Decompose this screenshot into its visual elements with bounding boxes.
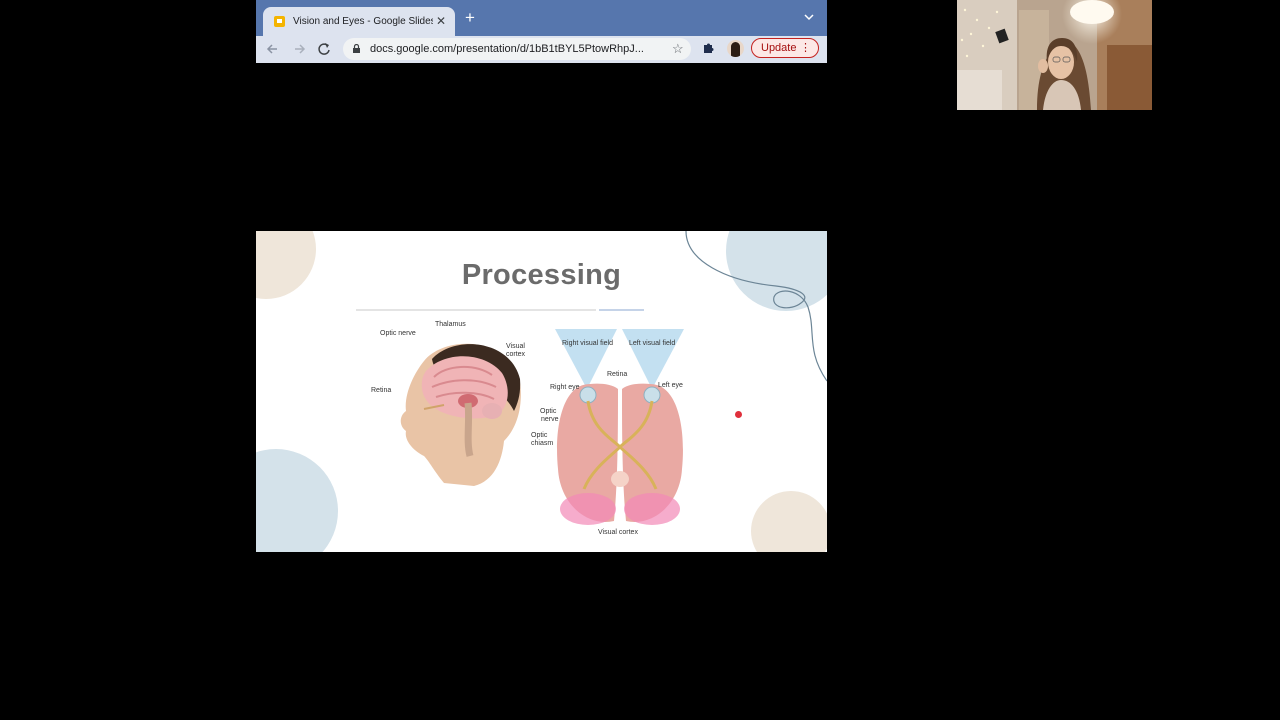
update-button-label: Update xyxy=(761,42,797,54)
label-visual-cortex-line1: Visual xyxy=(506,343,525,350)
browser-toolbar: docs.google.com/presentation/d/1bB1tBYL5… xyxy=(256,36,827,63)
back-arrow-icon[interactable] xyxy=(264,40,282,58)
slide-title: Processing xyxy=(461,259,622,291)
label-thalamus: Thalamus xyxy=(435,321,466,328)
label-optic-nerve-brain-line1: Optic xyxy=(540,408,557,415)
label-left-visual-field: Left visual field xyxy=(629,340,676,347)
label-visual-cortex-brain: Visual cortex xyxy=(598,529,638,536)
tab-search-chevron-icon[interactable] xyxy=(804,12,814,22)
tab-close-icon[interactable]: ✕ xyxy=(436,14,446,28)
url-text: docs.google.com/presentation/d/1bB1tBYL5… xyxy=(370,43,644,55)
faded-subtitle-line xyxy=(356,300,646,311)
tab-strip: Vision and Eyes - Google Slides ✕ + xyxy=(256,0,827,36)
lock-icon xyxy=(353,44,360,53)
forward-arrow-icon[interactable] xyxy=(290,40,308,58)
label-retina-brain: Retina xyxy=(607,371,628,378)
label-left-eye: Left eye xyxy=(658,382,683,389)
laser-pointer-dot xyxy=(735,411,742,418)
more-menu-icon[interactable]: ⋮ xyxy=(800,41,811,54)
label-right-eye: Right eye xyxy=(550,384,580,391)
slides-favicon-icon xyxy=(274,16,285,27)
address-bar[interactable]: docs.google.com/presentation/d/1bB1tBYL5… xyxy=(343,38,691,60)
tab-title: Vision and Eyes - Google Slides xyxy=(293,16,433,27)
browser-window: Vision and Eyes - Google Slides ✕ + docs… xyxy=(256,0,827,63)
update-button[interactable]: Update ⋮ xyxy=(751,38,819,58)
blue-blob-bottom-left xyxy=(256,449,338,552)
presentation-slide: Processing Optic nerve Thalamus Visual c… xyxy=(256,231,827,552)
webcam-scene-image xyxy=(957,0,1152,110)
reload-icon[interactable] xyxy=(315,40,333,58)
label-optic-nerve-brain-line2: nerve xyxy=(541,416,559,423)
extensions-puzzle-icon[interactable] xyxy=(702,41,716,55)
tab-vision-and-eyes[interactable]: Vision and Eyes - Google Slides ✕ xyxy=(263,7,455,36)
head-brain-illustration xyxy=(400,343,521,486)
label-retina-head: Retina xyxy=(371,387,392,394)
label-optic-nerve: Optic nerve xyxy=(380,330,416,337)
profile-avatar[interactable] xyxy=(727,40,744,57)
bookmark-star-icon[interactable]: ☆ xyxy=(672,41,684,57)
label-optic-chiasm-line2: chiasm xyxy=(531,440,554,447)
label-visual-cortex-line2: cortex xyxy=(506,351,526,358)
beige-blob-bottom-right xyxy=(751,491,827,552)
webcam-video xyxy=(957,0,1152,110)
label-right-visual-field: Right visual field xyxy=(562,340,613,347)
new-tab-button[interactable]: + xyxy=(465,9,475,27)
visual-pathway-illustration xyxy=(555,329,684,525)
label-optic-chiasm-line1: Optic xyxy=(531,432,548,439)
